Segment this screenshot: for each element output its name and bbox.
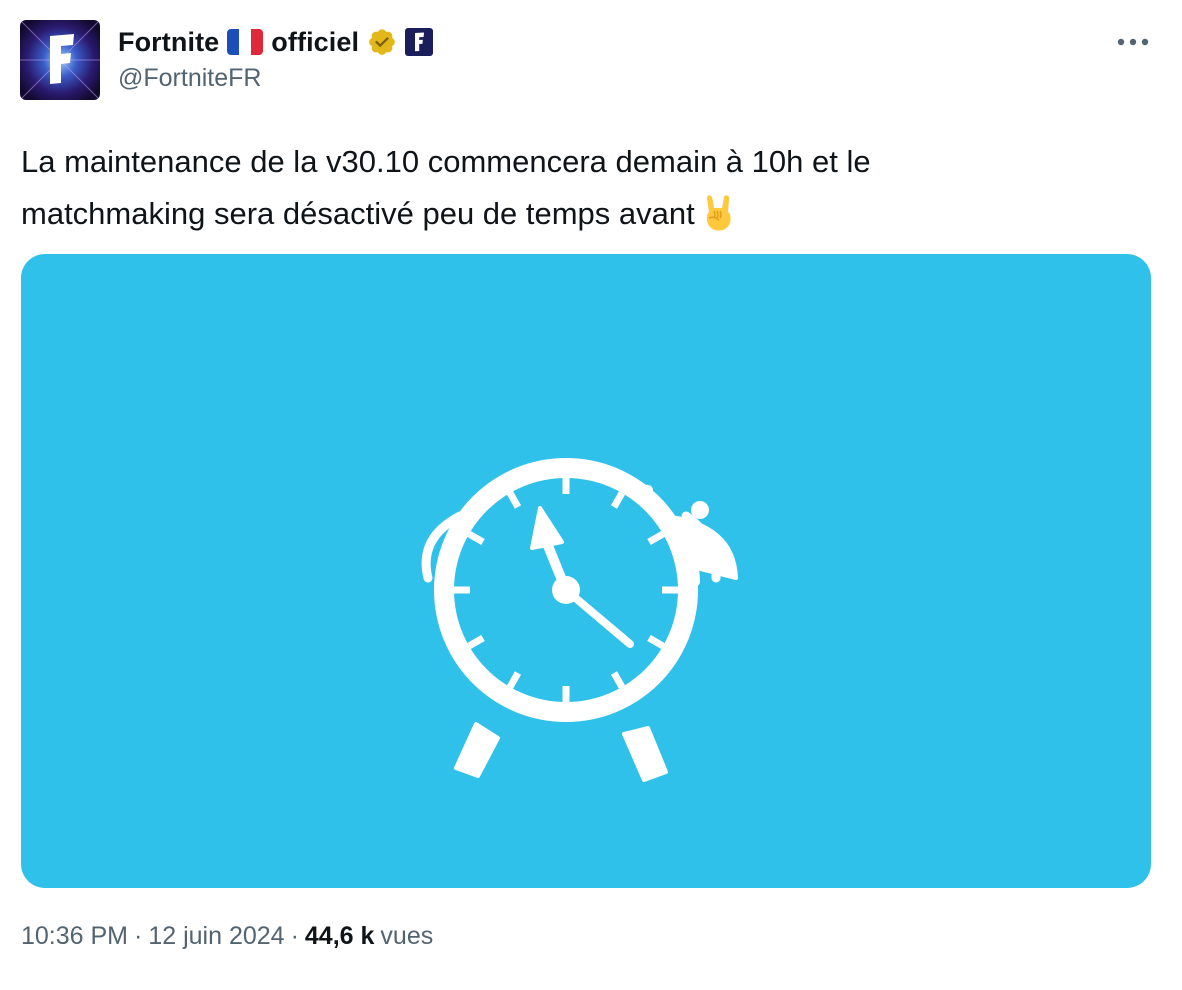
tweet-metadata: 10:36 PM · 12 juin 2024 · 44,6 k vues <box>21 922 433 951</box>
media-image[interactable] <box>21 254 1151 888</box>
more-options-button[interactable] <box>1108 24 1158 60</box>
more-options-icon <box>1117 38 1149 46</box>
tweet-text: La maintenance de la v30.10 commencera d… <box>21 136 1151 240</box>
author-name-part1[interactable]: Fortnite <box>118 27 219 58</box>
tweet-date[interactable]: 12 juin 2024 <box>148 922 284 951</box>
verified-badge-icon[interactable] <box>367 27 397 57</box>
views-count[interactable]: 44,6 k <box>305 922 375 951</box>
tweet-text-line-2: matchmaking sera désactivé peu de temps … <box>21 188 1151 240</box>
avatar[interactable] <box>20 20 100 100</box>
alarm-clock-icon <box>421 458 738 782</box>
author-name-part2[interactable]: officiel <box>271 27 359 58</box>
tweet-text-line-1: La maintenance de la v30.10 commencera d… <box>21 144 871 179</box>
meta-separator: · <box>290 922 299 950</box>
france-flag-icon <box>227 29 264 55</box>
tweet-card: Fortnite officiel @FortniteFR La mainten… <box>0 0 1182 990</box>
fortnite-affiliate-logo-icon[interactable] <box>405 28 434 56</box>
author-handle[interactable]: @FortniteFR <box>118 64 261 93</box>
views-label: vues <box>380 922 434 950</box>
sign-of-the-horns-emoji-icon <box>706 195 731 231</box>
tweet-text-line-2-content: matchmaking sera désactivé peu de temps … <box>21 196 695 231</box>
tweet-time[interactable]: 10:36 PM <box>21 922 128 951</box>
author-name-row: Fortnite officiel <box>118 22 434 62</box>
meta-separator: · <box>134 922 143 950</box>
